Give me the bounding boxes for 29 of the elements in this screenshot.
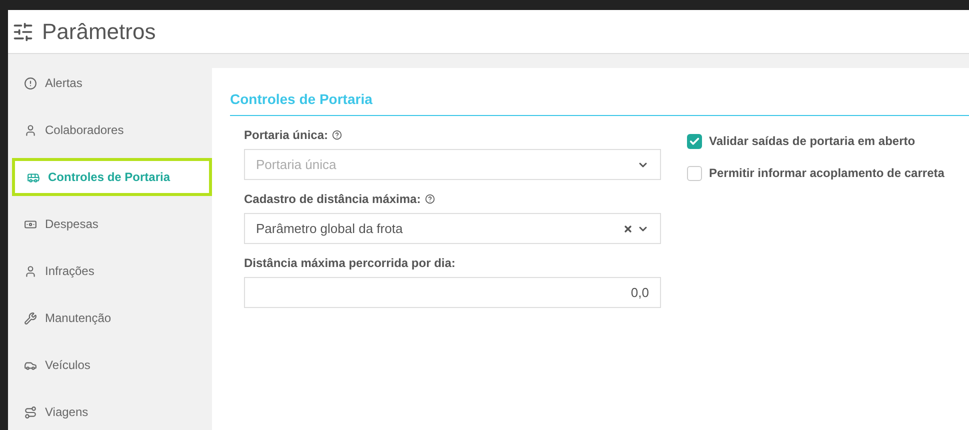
sidebar-item[interactable]: Alertas xyxy=(8,64,212,102)
page-title: Parâmetros xyxy=(42,18,156,46)
sidebar-item[interactable]: Controles de Portaria xyxy=(12,158,212,196)
person-icon xyxy=(24,264,37,278)
sidebar-item[interactable]: Viagens xyxy=(8,393,212,430)
checkbox[interactable] xyxy=(687,166,702,180)
banknote-icon xyxy=(24,218,37,230)
field-label: Cadastro de distância máxima: xyxy=(244,191,421,208)
check-icon xyxy=(689,136,700,146)
checkbox-label: Validar saídas de portaria em aberto xyxy=(709,133,916,150)
wrench-icon xyxy=(24,312,37,324)
sidebar-item[interactable]: Infrações xyxy=(8,252,212,290)
clear-icon[interactable] xyxy=(623,224,633,234)
sidebar-item[interactable]: Despesas xyxy=(8,205,212,243)
checkbox[interactable] xyxy=(687,134,702,148)
route-icon xyxy=(24,406,37,418)
field-label: Portaria única: xyxy=(244,127,328,144)
field-label: Distância máxima percorrida por dia: xyxy=(244,255,456,272)
sidebar-item[interactable]: Veículos xyxy=(8,346,212,384)
sliders-icon xyxy=(12,20,34,42)
number-field[interactable]: 0,0 xyxy=(244,277,661,308)
checkbox-label: Permitir informar acoplamento de carreta xyxy=(709,165,944,182)
person-icon xyxy=(24,124,37,136)
bus-icon xyxy=(27,170,40,184)
sidebar-item[interactable]: Manutenção xyxy=(8,299,212,337)
select-field[interactable]: Parâmetro global da frota xyxy=(244,213,661,244)
section-title: Controles de Portaria xyxy=(230,91,372,107)
alert-icon xyxy=(24,76,37,90)
sidebar-item[interactable]: Colaboradores xyxy=(8,111,212,149)
